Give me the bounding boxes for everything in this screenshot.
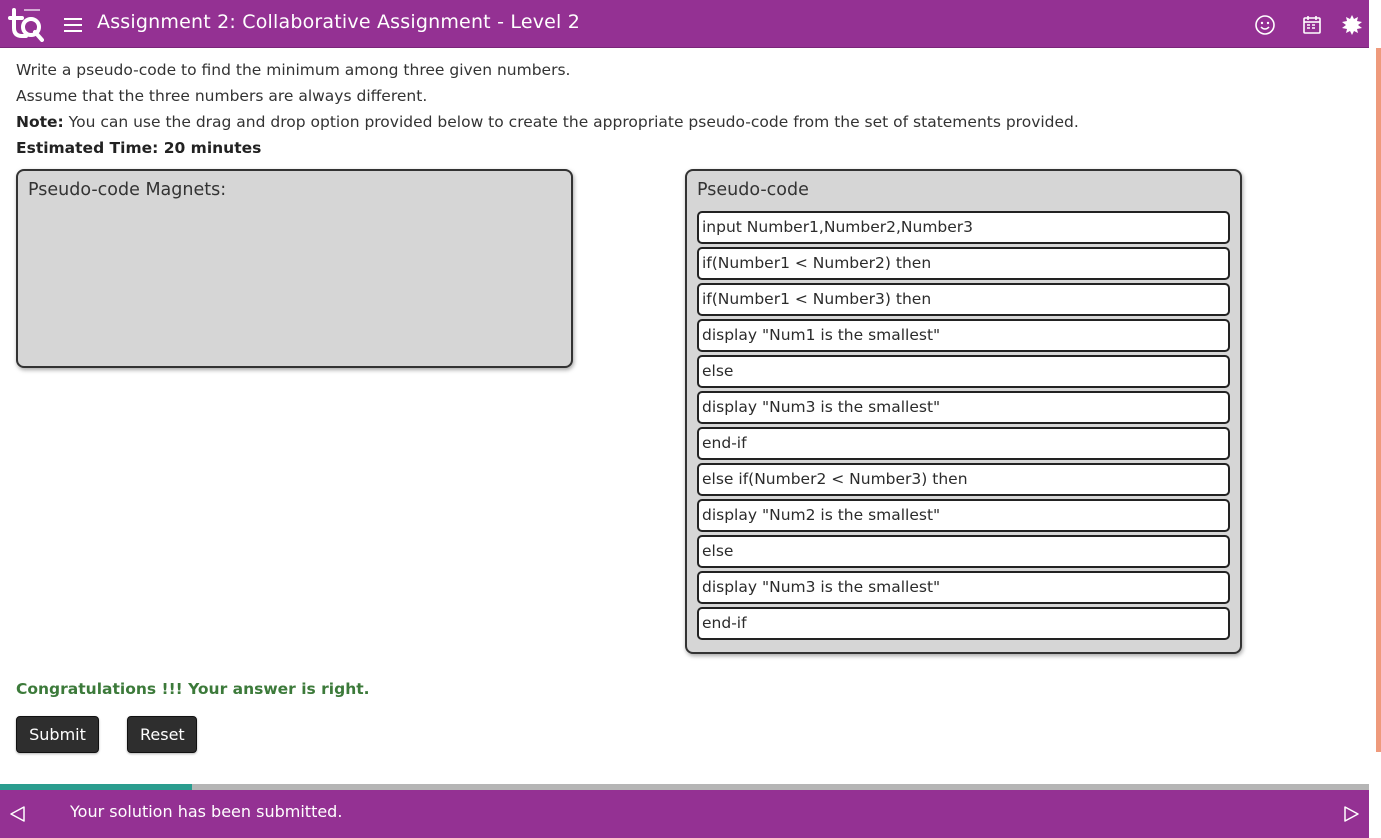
smiley-icon[interactable] <box>1254 14 1276 36</box>
note-text: You can use the drag and drop option pro… <box>63 113 1079 131</box>
magnets-panel-title: Pseudo-code Magnets: <box>28 180 227 200</box>
footer-status-message: Your solution has been submitted. <box>70 802 343 821</box>
calendar-icon[interactable] <box>1301 14 1323 36</box>
reset-button[interactable]: Reset <box>127 716 197 753</box>
code-line[interactable]: if(Number1 < Number2) then <box>697 247 1230 280</box>
previous-arrow-icon[interactable] <box>8 804 28 824</box>
scroll-accent-bar <box>1376 48 1381 752</box>
code-line[interactable]: display "Num1 is the smallest" <box>697 319 1230 352</box>
code-line[interactable]: end-if <box>697 607 1230 640</box>
code-line[interactable]: display "Num3 is the smallest" <box>697 391 1230 424</box>
submit-button[interactable]: Submit <box>16 716 99 753</box>
code-line[interactable]: else if(Number2 < Number3) then <box>697 463 1230 496</box>
instructions: Write a pseudo-code to find the minimum … <box>16 57 1079 161</box>
result-message: Congratulations !!! Your answer is right… <box>16 680 370 698</box>
app-footer: Your solution has been submitted. <box>0 790 1369 838</box>
instruction-line-1: Write a pseudo-code to find the minimum … <box>16 61 571 79</box>
code-line[interactable]: display "Num2 is the smallest" <box>697 499 1230 532</box>
pseudo-code-panel[interactable]: Pseudo-code input Number1,Number2,Number… <box>685 169 1242 654</box>
code-line[interactable]: display "Num3 is the smallest" <box>697 571 1230 604</box>
estimated-time: Estimated Time: 20 minutes <box>16 135 1079 161</box>
code-line[interactable]: if(Number1 < Number3) then <box>697 283 1230 316</box>
logo-icon[interactable] <box>8 6 44 42</box>
pseudo-code-panel-title: Pseudo-code <box>697 180 809 200</box>
instruction-line-2: Assume that the three numbers are always… <box>16 87 428 105</box>
code-line[interactable]: else <box>697 535 1230 568</box>
code-line[interactable]: else <box>697 355 1230 388</box>
note-label: Note: <box>16 113 64 131</box>
magnets-panel[interactable]: Pseudo-code Magnets: <box>16 169 573 368</box>
next-arrow-icon[interactable] <box>1341 804 1361 824</box>
instruction-note: Note: You can use the drag and drop opti… <box>16 109 1079 135</box>
page-title: Assignment 2: Collaborative Assignment -… <box>97 11 581 33</box>
code-line[interactable]: end-if <box>697 427 1230 460</box>
pseudo-code-list: input Number1,Number2,Number3 if(Number1… <box>697 211 1230 643</box>
menu-icon[interactable] <box>62 14 84 34</box>
app-header: Assignment 2: Collaborative Assignment -… <box>0 0 1369 48</box>
code-line[interactable]: input Number1,Number2,Number3 <box>697 211 1230 244</box>
app-window: Assignment 2: Collaborative Assignment -… <box>0 0 1381 838</box>
settings-icon[interactable] <box>1341 14 1363 36</box>
estimated-time-text: Estimated Time: 20 minutes <box>16 139 262 157</box>
